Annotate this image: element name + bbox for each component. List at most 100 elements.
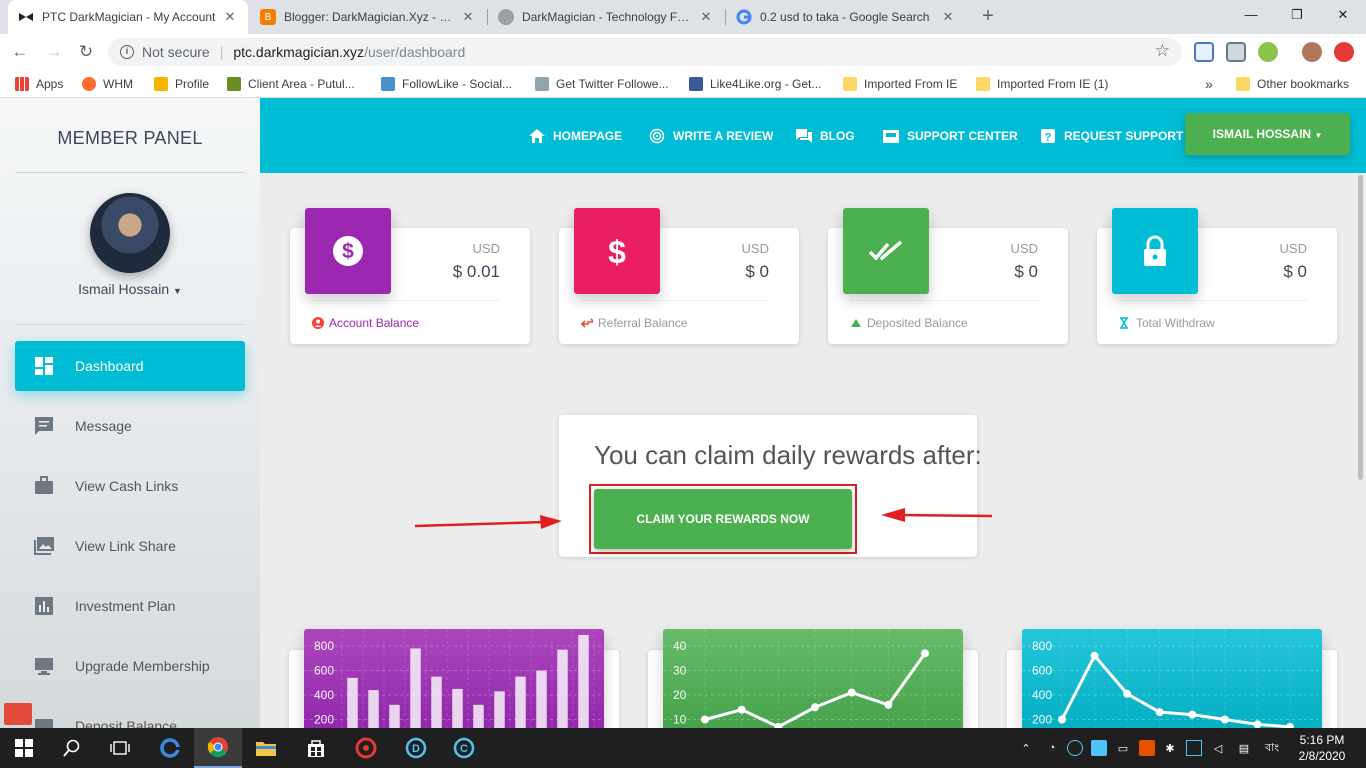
tray-app-icon[interactable] [1186,740,1202,756]
caret-down-icon: ▼ [173,286,182,296]
chart-line-green: 40 30 20 10 [663,629,963,739]
tab-close-icon[interactable]: ✕ [698,9,714,25]
sidebar-item-investment-plan[interactable]: Investment Plan [15,581,245,631]
language-indicator[interactable]: বাং [1260,740,1284,756]
svg-text:?: ? [1045,132,1052,144]
tray-app-icon[interactable] [1091,740,1107,756]
bookmark-client-area[interactable]: Client Area - Putul... [227,75,355,93]
update-icon[interactable] [1334,42,1354,62]
bar-chart-icon [33,595,55,617]
chart-tick-label: 600 [1032,664,1052,678]
top-navigation: HOMEPAGE WRITE A REVIEW BLOG SUPPORT CEN… [260,98,1366,173]
sidebar-item-deposit-balance[interactable]: Deposit Balance [15,701,245,728]
bookmark-folder-ie-1[interactable]: Imported From IE (1) [976,75,1108,93]
extension-icon[interactable] [1258,42,1278,62]
nav-write-review[interactable]: WRITE A REVIEW [648,128,773,144]
info-icon[interactable]: i [120,45,134,59]
taskbar-app-d[interactable]: D [392,728,440,768]
chart-point [701,715,709,724]
profile-avatar-icon[interactable] [1302,42,1322,62]
nav-support-center[interactable]: SUPPORT CENTER [882,128,1018,144]
sidebar-title: MEMBER PANEL [57,128,203,148]
chart-bar [578,634,589,739]
tray-app-icon[interactable] [1067,740,1083,756]
sidebar-item-view-link-share[interactable]: View Link Share [15,521,245,571]
browser-toolbar: ← → ↻ i Not secure | ptc.darkmagician.xy… [0,34,1366,70]
scrollbar-thumb[interactable] [1358,175,1363,480]
monitor-icon [33,655,55,677]
bookmark-apps[interactable]: Apps [15,75,63,93]
avatar[interactable] [90,193,170,273]
sidebar-item-message[interactable]: Message [15,401,245,451]
tab-ptc-account[interactable]: PTC DarkMagician - My Account ✕ [8,0,248,34]
wifi-icon[interactable]: ◔ [1044,740,1060,756]
extension-icon[interactable] [1226,42,1246,62]
chrome-icon [207,737,228,758]
bookmarks-bar: Apps WHM Profile Client Area - Putul... … [0,70,1366,98]
app-shortcut-icon[interactable] [4,703,32,725]
chart-panel-line-cyan: 800 600 400 200 [1022,629,1322,739]
start-button[interactable] [0,728,48,768]
bookmark-other[interactable]: Other bookmarks [1236,75,1349,93]
tab-google-search[interactable]: 0.2 usd to taka - Google Search ✕ [726,0,966,34]
tab-blogger[interactable]: B Blogger: DarkMagician.Xyz - Create ✕ [250,0,486,34]
bookmark-folder-ie[interactable]: Imported From IE [843,75,957,93]
forward-icon[interactable]: → [42,40,66,64]
show-hidden-icons-button[interactable]: ⌃ [1018,740,1034,756]
user-dropdown-button[interactable]: ISMAIL HOSSAIN ▼ [1185,113,1350,155]
bowtie-icon [18,9,34,25]
minimize-icon[interactable]: — [1228,0,1274,30]
tab-close-icon[interactable]: ✕ [940,9,956,25]
tab-darkmagician[interactable]: DarkMagician - Technology For Life ✕ [488,0,724,34]
claim-rewards-button[interactable]: CLAIM YOUR REWARDS NOW [594,489,852,549]
taskbar-app-c[interactable]: C [440,728,488,768]
bookmark-whm[interactable]: WHM [82,75,133,93]
bookmarks-overflow-button[interactable]: » [1205,75,1213,93]
address-bar[interactable]: i Not secure | ptc.darkmagician.xyz /use… [108,38,1182,66]
user-menu-toggle[interactable]: Ismail Hossain ▼ [0,281,260,297]
task-view-button[interactable] [96,728,144,768]
sidebar: MEMBER PANEL Ismail Hossain ▼ Dashboard … [0,98,260,728]
back-icon[interactable]: ← [8,40,32,64]
bookmark-followlike[interactable]: FollowLike - Social... [381,75,512,93]
taskbar-file-explorer[interactable] [242,728,290,768]
taskbar-app-red[interactable] [342,728,390,768]
notification-icon[interactable]: ▤ [1236,740,1252,756]
volume-icon[interactable]: ◁ [1210,740,1226,756]
apps-grid-icon [15,77,29,91]
nav-homepage[interactable]: HOMEPAGE [528,128,622,144]
nav-blog[interactable]: BLOG [795,128,855,144]
windows-logo-icon [15,739,33,757]
clock[interactable]: 5:16 PM 2/8/2020 [1294,732,1350,764]
close-window-icon[interactable]: ✕ [1320,0,1366,30]
sidebar-item-view-cash-links[interactable]: View Cash Links [15,461,245,511]
tab-close-icon[interactable]: ✕ [222,9,238,25]
new-tab-button[interactable]: + [976,4,1000,28]
bookmark-like4like[interactable]: Like4Like.org - Get... [689,75,821,93]
nav-request-support[interactable]: ? REQUEST SUPPORT [1039,128,1183,144]
extension-icon[interactable] [1194,42,1214,62]
search-button[interactable] [48,728,96,768]
tray-app-icon[interactable] [1139,740,1155,756]
bookmark-profile[interactable]: Profile [154,75,209,93]
taskbar-edge[interactable] [146,728,194,768]
dollar-circle-icon: $ [305,208,391,294]
reload-icon[interactable]: ↻ [74,40,98,64]
blogger-icon: B [260,9,276,25]
site-icon [227,77,241,91]
stat-card-footer: Deposited Balance [850,316,968,330]
taskbar-store[interactable] [292,728,340,768]
chart-point [1058,715,1066,724]
sidebar-item-dashboard[interactable]: Dashboard [15,341,245,391]
app-icon [355,737,377,759]
bookmark-star-icon[interactable]: ☆ [1155,41,1170,61]
restore-icon[interactable]: ❐ [1274,0,1320,30]
bluetooth-icon[interactable]: ✱ [1162,740,1178,756]
hand-icon [154,77,168,91]
bookmark-twitter-followers[interactable]: Get Twitter Followe... [535,75,668,93]
sidebar-item-upgrade-membership[interactable]: Upgrade Membership [15,641,245,691]
chart-bar [410,648,421,739]
taskbar-chrome[interactable] [194,728,242,768]
tab-close-icon[interactable]: ✕ [460,9,476,25]
battery-icon[interactable]: ▭ [1115,740,1131,756]
